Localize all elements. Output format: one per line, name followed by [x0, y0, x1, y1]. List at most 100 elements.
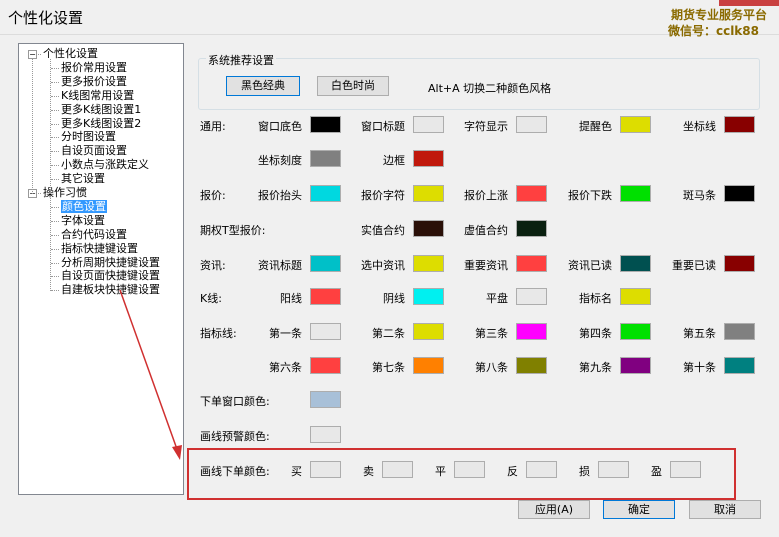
- color-swatch[interactable]: [620, 288, 651, 305]
- ok-button[interactable]: 确定: [603, 500, 675, 519]
- tree-item[interactable]: 分析周期快捷键设置: [61, 256, 160, 269]
- color-label: 通用:: [200, 120, 226, 133]
- color-label: 第一条: [269, 327, 302, 340]
- color-label: 下单窗口颜色:: [200, 395, 270, 408]
- tree-item[interactable]: 更多K线图设置1: [61, 103, 141, 116]
- title-bar: 个性化设置 期货专业服务平台 微信号：cclk88: [0, 0, 779, 38]
- color-swatch[interactable]: [620, 116, 651, 133]
- color-swatch[interactable]: [516, 288, 547, 305]
- tree-item[interactable]: 颜色设置: [61, 199, 107, 213]
- color-swatch[interactable]: [516, 323, 547, 340]
- color-swatch[interactable]: [516, 116, 547, 133]
- tree-item[interactable]: 个性化设置: [43, 47, 98, 60]
- color-swatch[interactable]: [310, 391, 341, 408]
- tree-item[interactable]: 小数点与涨跌定义: [61, 158, 149, 171]
- color-swatch[interactable]: [413, 357, 444, 374]
- color-swatch[interactable]: [620, 185, 651, 202]
- color-swatch[interactable]: [620, 357, 651, 374]
- color-label: 第四条: [579, 327, 612, 340]
- color-swatch[interactable]: [413, 185, 444, 202]
- color-swatch[interactable]: [516, 357, 547, 374]
- color-swatch[interactable]: [413, 220, 444, 237]
- tree-item[interactable]: 自设页面快捷键设置: [61, 269, 160, 282]
- color-label: 期权T型报价:: [200, 224, 266, 237]
- apply-button[interactable]: 应用(A): [518, 500, 590, 519]
- tree-item[interactable]: 自建板块快捷键设置: [61, 283, 160, 296]
- highlight-box: [187, 448, 736, 500]
- color-swatch[interactable]: [516, 220, 547, 237]
- color-label: 报价:: [200, 189, 226, 202]
- color-swatch[interactable]: [724, 185, 755, 202]
- color-label: 阴线: [383, 292, 405, 305]
- color-swatch[interactable]: [310, 116, 341, 133]
- color-swatch[interactable]: [724, 116, 755, 133]
- color-label: 重要资讯: [464, 259, 508, 272]
- color-swatch[interactable]: [413, 323, 444, 340]
- color-label: 第三条: [475, 327, 508, 340]
- color-label: 资讯已读: [568, 259, 612, 272]
- color-swatch[interactable]: [620, 255, 651, 272]
- tree-item[interactable]: 合约代码设置: [61, 228, 127, 241]
- color-swatch[interactable]: [724, 255, 755, 272]
- color-label: 字符显示: [464, 120, 508, 133]
- color-label: 斑马条: [683, 189, 716, 202]
- color-swatch[interactable]: [310, 288, 341, 305]
- white-fashion-button[interactable]: 白色时尚: [317, 76, 389, 96]
- color-swatch[interactable]: [310, 323, 341, 340]
- color-label: 报价上涨: [464, 189, 508, 202]
- collapse-icon[interactable]: −: [28, 50, 37, 59]
- color-swatch[interactable]: [516, 185, 547, 202]
- color-label: 窗口底色: [258, 120, 302, 133]
- color-swatch[interactable]: [310, 185, 341, 202]
- color-label: 第八条: [475, 361, 508, 374]
- color-swatch[interactable]: [620, 323, 651, 340]
- color-swatch[interactable]: [310, 255, 341, 272]
- color-label: 指标名: [579, 292, 612, 305]
- color-label: 重要已读: [672, 259, 716, 272]
- cancel-button[interactable]: 取消: [689, 500, 761, 519]
- preset-group-label: 系统推荐设置: [206, 52, 276, 68]
- tree-item[interactable]: 自设页面设置: [61, 144, 127, 157]
- tree-item[interactable]: 报价常用设置: [61, 61, 127, 74]
- color-label: 资讯:: [200, 259, 226, 272]
- color-label: 第十条: [683, 361, 716, 374]
- tree-item[interactable]: 字体设置: [61, 214, 105, 227]
- color-label: 第七条: [372, 361, 405, 374]
- black-classic-button[interactable]: 黑色经典: [226, 76, 300, 96]
- color-swatch[interactable]: [413, 150, 444, 167]
- tree-item[interactable]: 更多报价设置: [61, 75, 127, 88]
- color-label: 实值合约: [361, 224, 405, 237]
- color-label: 报价下跌: [568, 189, 612, 202]
- color-label: 画线预警颜色:: [200, 430, 270, 443]
- color-swatch[interactable]: [516, 255, 547, 272]
- color-label: 虚值合约: [464, 224, 508, 237]
- color-label: 资讯标题: [258, 259, 302, 272]
- color-label: 第五条: [683, 327, 716, 340]
- color-label: 坐标线: [683, 120, 716, 133]
- brand-text-2: 微信号：cclk88: [667, 24, 759, 38]
- color-label: 提醒色: [579, 120, 612, 133]
- color-swatch[interactable]: [310, 150, 341, 167]
- color-swatch[interactable]: [413, 255, 444, 272]
- brand-text-1: 期货专业服务平台: [670, 8, 767, 22]
- tree-item[interactable]: 指标快捷键设置: [61, 242, 138, 255]
- color-swatch[interactable]: [724, 323, 755, 340]
- color-label: 窗口标题: [361, 120, 405, 133]
- color-label: 选中资讯: [361, 259, 405, 272]
- color-label: K线:: [200, 292, 222, 305]
- tree-item[interactable]: K线图常用设置: [61, 89, 134, 102]
- color-swatch[interactable]: [724, 357, 755, 374]
- color-swatch[interactable]: [310, 426, 341, 443]
- color-label: 第六条: [269, 361, 302, 374]
- color-swatch[interactable]: [413, 288, 444, 305]
- color-label: 第九条: [579, 361, 612, 374]
- preset-hint: Alt+A 切换二种颜色风格: [428, 82, 552, 95]
- tree-item[interactable]: 分时图设置: [61, 130, 116, 143]
- color-label: 报价字符: [361, 189, 405, 202]
- color-swatch[interactable]: [310, 357, 341, 374]
- settings-tree[interactable]: 个性化设置 − 报价常用设置 更多报价设置 K线图常用设置 更多K线图设置1 更多K线图设置…: [18, 43, 184, 495]
- tree-item[interactable]: 更多K线图设置2: [61, 117, 141, 130]
- color-label: 坐标刻度: [258, 154, 302, 167]
- color-swatch[interactable]: [413, 116, 444, 133]
- tree-item[interactable]: 其它设置: [61, 172, 105, 185]
